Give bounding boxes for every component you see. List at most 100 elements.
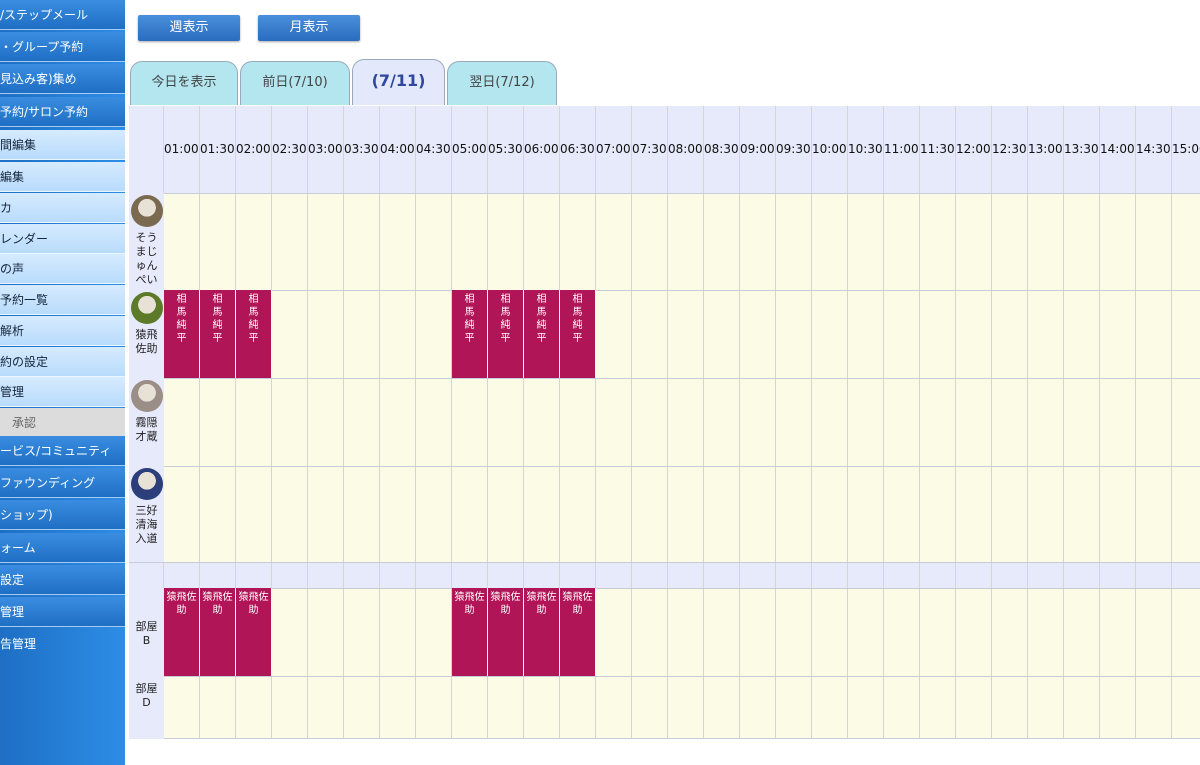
- sidebar-item[interactable]: 管理: [0, 597, 125, 627]
- time-header-cell: 09:30: [776, 142, 811, 156]
- time-header-cell: 08:30: [704, 142, 739, 156]
- time-header-cell: 09:00: [740, 142, 775, 156]
- sidebar-item[interactable]: 約の設定: [0, 347, 125, 377]
- grid-hline: [129, 378, 1200, 379]
- grid-hline: [129, 738, 1200, 739]
- time-header-cell: 03:00: [308, 142, 343, 156]
- staff-label: 猿飛佐助: [129, 290, 164, 378]
- booking-block[interactable]: 猿飛佐助: [524, 588, 560, 676]
- time-header-cell: 05:00: [452, 142, 487, 156]
- sidebar-item[interactable]: /ステップメール: [0, 0, 125, 30]
- grid-hline: [129, 193, 1200, 194]
- sidebar: /ステップメール ・グループ予約 見込み客)集め 予約/サロン予約 間編集 編集カレンダー…: [0, 0, 125, 765]
- sidebar-item[interactable]: ービス/コミュニティ: [0, 436, 125, 466]
- time-header-cell: 14:30: [1136, 142, 1171, 156]
- grid-vline: [703, 106, 704, 739]
- booking-block[interactable]: 猿飛佐助: [488, 588, 524, 676]
- time-header-cell: 14:00: [1100, 142, 1135, 156]
- grid-hline: [129, 676, 1200, 677]
- grid-hline: [129, 466, 1200, 467]
- tab-next-day[interactable]: 翌日(7/12): [447, 61, 557, 105]
- grid-vline: [883, 106, 884, 739]
- time-header-cell: 13:30: [1064, 142, 1099, 156]
- sidebar-item[interactable]: の声: [0, 254, 125, 284]
- time-header-cell: 04:30: [416, 142, 451, 156]
- tab-current-day[interactable]: (7/11): [352, 59, 445, 105]
- booking-block[interactable]: 相馬純平: [452, 290, 488, 378]
- sidebar-item[interactable]: 管理: [0, 377, 125, 407]
- booking-block[interactable]: 相馬純平: [164, 290, 200, 378]
- time-header-cell: 06:00: [524, 142, 559, 156]
- grid-vline: [1099, 106, 1100, 739]
- staff-name: 猿飛佐助: [135, 328, 158, 355]
- grid-vline: [343, 106, 344, 739]
- staff-label: そうまじゅんぺい: [129, 193, 164, 290]
- sidebar-item[interactable]: 予約/サロン予約: [0, 97, 125, 127]
- grid-hline: [129, 290, 1200, 291]
- time-header-cell: 03:30: [344, 142, 379, 156]
- corner-cell: [129, 106, 164, 193]
- sidebar-item[interactable]: 予約一覧: [0, 285, 125, 315]
- grid-vline: [919, 106, 920, 739]
- booking-block[interactable]: 猿飛佐助: [200, 588, 236, 676]
- grid-vline: [1171, 106, 1172, 739]
- time-header-cell: 10:30: [848, 142, 883, 156]
- booking-block[interactable]: 猿飛佐助: [236, 588, 272, 676]
- time-header-cell: 06:30: [560, 142, 595, 156]
- week-view-button[interactable]: 週表示: [138, 15, 240, 41]
- booking-block[interactable]: 相馬純平: [200, 290, 236, 378]
- booking-block[interactable]: 相馬純平: [488, 290, 524, 378]
- sidebar-item[interactable]: 編集: [0, 162, 125, 192]
- grid-vline: [991, 106, 992, 739]
- sidebar-item[interactable]: 見込み客)集め: [0, 64, 125, 94]
- grid-vline: [631, 106, 632, 739]
- staff-label: 三好清海入道: [129, 466, 164, 562]
- sidebar-item[interactable]: ショップ): [0, 500, 125, 530]
- schedule-grid: 01:00 01:30 02:00 02:30 03:00 03:30 04:00 04:30…: [129, 106, 1200, 739]
- sidebar-item[interactable]: 間編集: [0, 130, 125, 160]
- time-header-cell: 10:00: [812, 142, 847, 156]
- avatar-plant-icon: [130, 292, 163, 324]
- staff-label: 霧隠才蔵: [129, 378, 164, 466]
- sidebar-item[interactable]: ・グループ予約: [0, 32, 125, 62]
- time-header-cell: 04:00: [380, 142, 415, 156]
- grid-vline: [667, 106, 668, 739]
- time-header-cell: 13:00: [1028, 142, 1063, 156]
- time-header-cell: 08:00: [668, 142, 703, 156]
- sidebar-item[interactable]: ファウンディング: [0, 468, 125, 498]
- grid-vline: [1135, 106, 1136, 739]
- time-header-cell: 02:30: [272, 142, 307, 156]
- booking-block[interactable]: 猿飛佐助: [164, 588, 200, 676]
- time-header-cell: 07:00: [596, 142, 631, 156]
- staff-name: 三好清海入道: [135, 504, 158, 545]
- room-name: 部屋B: [135, 620, 158, 647]
- time-header-cell: 12:00: [956, 142, 991, 156]
- sidebar-item[interactable]: 解析: [0, 316, 125, 346]
- grid-vline: [307, 106, 308, 739]
- booking-block[interactable]: 相馬純平: [524, 290, 560, 378]
- booking-block[interactable]: 猿飛佐助: [452, 588, 488, 676]
- tab-previous-day[interactable]: 前日(7/10): [240, 61, 350, 105]
- time-header-cell: 11:30: [920, 142, 955, 156]
- time-header-cell: 02:00: [236, 142, 271, 156]
- sidebar-item[interactable]: 告管理: [0, 629, 125, 659]
- sidebar-item[interactable]: カ: [0, 193, 125, 223]
- time-header-cell: 01:00: [164, 142, 199, 156]
- booking-block[interactable]: 猿飛佐助: [560, 588, 596, 676]
- sidebar-item[interactable]: ォーム: [0, 533, 125, 563]
- time-header-cell: 05:30: [488, 142, 523, 156]
- grid-vline: [775, 106, 776, 739]
- room-label: 部屋D: [129, 676, 164, 739]
- booking-block[interactable]: 相馬純平: [236, 290, 272, 378]
- month-view-button[interactable]: 月表示: [258, 15, 360, 41]
- avatar-elderly-man-icon: [130, 195, 163, 227]
- sidebar-item[interactable]: 設定: [0, 565, 125, 595]
- grid-vline: [1063, 106, 1064, 739]
- sidebar-item[interactable]: レンダー: [0, 224, 125, 254]
- tab-today[interactable]: 今日を表示: [130, 61, 238, 105]
- room-label: 部屋B: [129, 588, 164, 676]
- staff-name: 霧隠才蔵: [135, 416, 158, 443]
- grid-vline: [847, 106, 848, 739]
- grid-vline: [415, 106, 416, 739]
- booking-block[interactable]: 相馬純平: [560, 290, 596, 378]
